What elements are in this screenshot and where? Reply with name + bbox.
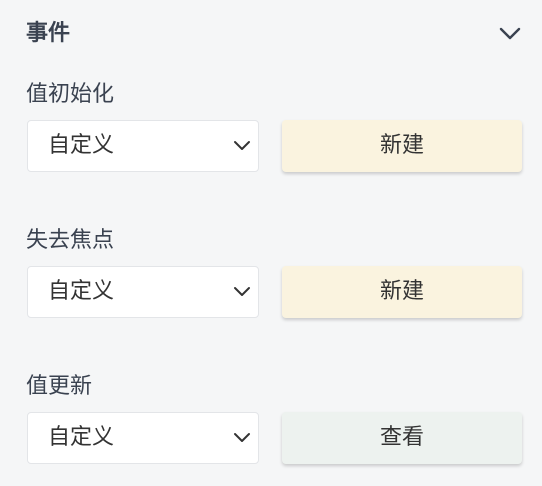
- view-button[interactable]: 查看: [282, 412, 522, 464]
- handler-type-select[interactable]: 自定义: [27, 266, 259, 318]
- chevron-down-icon: [234, 141, 250, 150]
- select-value: 自定义: [48, 425, 115, 450]
- event-label: 失去焦点: [26, 228, 115, 253]
- events-header: 事件: [26, 16, 524, 52]
- chevron-down-icon: [499, 27, 521, 40]
- event-label: 值初始化: [26, 82, 115, 107]
- event-label: 值更新: [26, 374, 93, 399]
- select-value: 自定义: [48, 133, 115, 158]
- new-button[interactable]: 新建: [282, 266, 522, 318]
- handler-type-select[interactable]: 自定义: [27, 412, 259, 464]
- handler-type-select[interactable]: 自定义: [27, 120, 259, 172]
- select-value: 自定义: [48, 279, 115, 304]
- chevron-down-icon: [234, 287, 250, 296]
- collapse-toggle[interactable]: [496, 20, 524, 48]
- new-button[interactable]: 新建: [282, 120, 522, 172]
- section-title: 事件: [26, 21, 71, 46]
- chevron-down-icon: [234, 433, 250, 442]
- events-panel: 事件 值初始化 自定义 新建 失去焦点 自定义 新建 值更新 自定义 查看: [0, 0, 542, 486]
